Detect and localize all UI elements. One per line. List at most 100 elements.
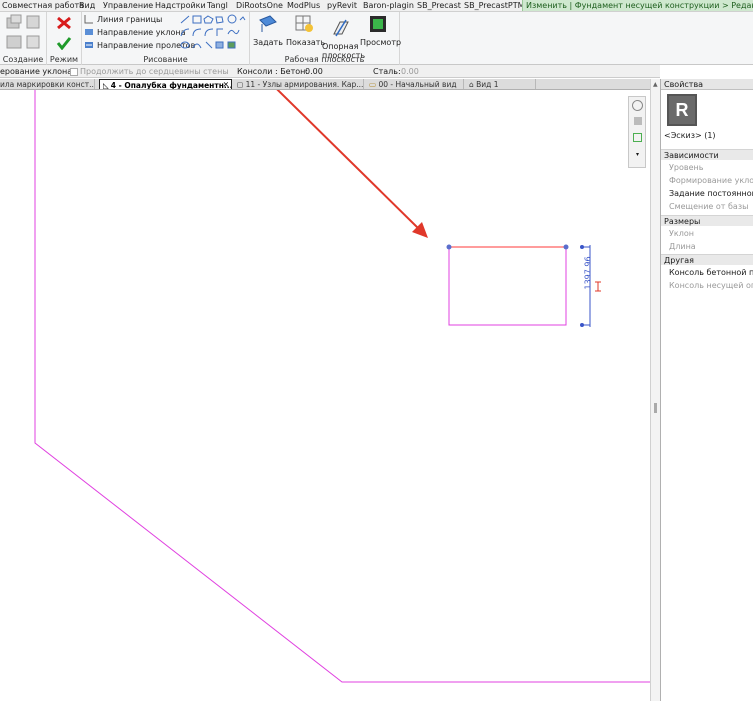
tab-view-active[interactable]: ◺ 4 - Опалубка фундаментн... ✕ bbox=[99, 79, 232, 90]
tab-view-4[interactable]: ▭ 00 - Начальный вид bbox=[366, 79, 464, 89]
view-tabs: ила маркировки конст... ◺ 4 - Опалубка фу… bbox=[0, 79, 660, 90]
create-tools-icon[interactable] bbox=[3, 14, 43, 52]
slope-option-label: ерование уклона bbox=[0, 67, 73, 76]
group-constraints[interactable]: Зависимости bbox=[661, 149, 753, 160]
context-tab-modify[interactable]: Изменить | Фундамент несущей конструкции… bbox=[522, 0, 753, 11]
dimension-label[interactable]: 1397.96 bbox=[584, 256, 593, 289]
fillet-arc-icon bbox=[216, 28, 223, 36]
ref-plane-icon bbox=[333, 19, 349, 37]
slope-arrow-button[interactable]: Направление уклона bbox=[84, 27, 185, 37]
set-workplane-icon bbox=[259, 15, 277, 32]
chevron-down-icon[interactable]: ▾ bbox=[636, 151, 639, 158]
panel-mode: Режим bbox=[47, 12, 82, 65]
show-workplane-icon bbox=[295, 15, 313, 32]
scroll-thumb[interactable] bbox=[654, 403, 657, 413]
dropdown-tool-icon bbox=[239, 16, 246, 21]
show-workplane-button[interactable]: Показать bbox=[286, 14, 325, 47]
menu-dirootsone[interactable]: DiRootsOne bbox=[236, 1, 283, 10]
menu-collaborate[interactable]: Совместная работа bbox=[2, 1, 84, 10]
pick-supports-icon bbox=[227, 41, 236, 49]
panel-create: Создание bbox=[0, 12, 47, 65]
draw-tools-grid[interactable] bbox=[179, 14, 247, 52]
pick-lines-icon bbox=[205, 41, 213, 49]
scroll-up-icon[interactable]: ▲ bbox=[653, 81, 658, 88]
finish-edit-icon[interactable] bbox=[56, 36, 72, 50]
console-concrete-value[interactable]: 0.00 bbox=[305, 67, 323, 76]
arc-start-end-icon bbox=[180, 28, 190, 37]
prop-slope: Уклон bbox=[669, 229, 694, 238]
menu-bar: Совместная работа Вид Управление Надстро… bbox=[0, 0, 753, 12]
viewer-icon bbox=[370, 16, 386, 32]
menu-sb-precastptm[interactable]: SB_PrecastPTM bbox=[464, 1, 525, 10]
polygon-tool-icon bbox=[203, 15, 214, 24]
tab-view-3[interactable]: ◻ 11 - Узлы армирования. Кар... bbox=[234, 79, 364, 89]
viewer-button[interactable]: Просмотр bbox=[360, 14, 401, 47]
panel-draw-title: Рисование bbox=[143, 55, 188, 64]
line-tool-icon bbox=[180, 15, 190, 24]
console-concrete-label: Консоли : Бетон: bbox=[237, 67, 309, 76]
annotation-arrow bbox=[276, 90, 428, 238]
constraint-marker[interactable] bbox=[595, 281, 601, 292]
tab-view-5[interactable]: ⌂ Вид 1 bbox=[466, 79, 536, 89]
pick-walls-icon bbox=[215, 41, 224, 49]
boundary-line-button[interactable]: Линия границы bbox=[84, 14, 162, 24]
arc-center-icon bbox=[192, 28, 202, 37]
panel-draw: Линия границы Направление уклона Направл… bbox=[82, 12, 250, 65]
ref-plane-button[interactable]: Опорная плоскость bbox=[322, 18, 365, 60]
prop-length: Длина bbox=[669, 242, 696, 251]
tab-view-1[interactable]: ила маркировки конст... bbox=[0, 79, 95, 89]
properties-title: Свойства bbox=[661, 79, 753, 90]
sketch-rectangle[interactable] bbox=[448, 246, 567, 326]
partial-ellipse-icon bbox=[192, 43, 202, 49]
panel-workplane-title: Рабочая плоскость bbox=[284, 55, 365, 64]
group-dimensions[interactable]: Размеры bbox=[661, 215, 753, 226]
circle-tool-icon bbox=[227, 14, 237, 24]
menu-sb-precast[interactable]: SB_Precast bbox=[417, 1, 461, 10]
drawing-canvas[interactable]: 1397.96 ▾ bbox=[0, 90, 650, 701]
steering-wheel-icon[interactable] bbox=[632, 100, 643, 111]
menu-baron[interactable]: Baron-plagin bbox=[363, 1, 414, 10]
prop-base-offset: Смещение от базы bbox=[669, 202, 749, 211]
arc-tangent-icon bbox=[204, 28, 214, 37]
prop-level: Уровень bbox=[669, 163, 704, 172]
prop-slope-forming: Формирование уклона bbox=[669, 176, 753, 185]
revit-logo-letter: R bbox=[676, 100, 689, 120]
panel-create-title: Создание bbox=[2, 55, 44, 64]
grip-left[interactable] bbox=[446, 244, 452, 250]
zoom-icon[interactable] bbox=[633, 133, 642, 142]
span-direction-icon bbox=[85, 42, 93, 48]
slope-arrow-icon bbox=[85, 29, 93, 35]
ellipse-tool-icon bbox=[180, 41, 190, 49]
menu-view[interactable]: Вид bbox=[79, 1, 95, 10]
grip-right[interactable] bbox=[563, 244, 569, 250]
panel-workplane: Задать Показать Опорная плоскость Просмо… bbox=[250, 12, 401, 65]
menu-tangl[interactable]: Tangl bbox=[207, 1, 228, 10]
extend-core-checkbox[interactable]: Продолжить до сердцевины стены bbox=[70, 67, 229, 76]
revit-type-icon: R bbox=[667, 94, 697, 126]
rectangle-tool-icon bbox=[192, 15, 202, 24]
navigation-bar: ▾ bbox=[628, 96, 646, 168]
panel-mode-title: Режим bbox=[49, 55, 79, 64]
selection-filter[interactable]: <Эскиз> (1) bbox=[664, 131, 716, 140]
menu-modplus[interactable]: ModPlus bbox=[287, 1, 320, 10]
view-icon: ◻ bbox=[237, 80, 246, 89]
sketch-svg bbox=[34, 90, 650, 683]
boundary-line-icon bbox=[84, 15, 93, 24]
pan-icon[interactable] bbox=[634, 117, 642, 125]
set-workplane-button[interactable]: Задать bbox=[250, 14, 286, 47]
view-icon: ◺ bbox=[103, 81, 109, 90]
checkbox-box[interactable] bbox=[70, 67, 78, 76]
vertical-scrollbar[interactable]: ▲ bbox=[650, 79, 660, 701]
slab-outline bbox=[34, 90, 650, 683]
close-tab-icon[interactable]: ✕ bbox=[223, 80, 229, 89]
ribbon: Создание Режим Линия границы Направление… bbox=[0, 12, 753, 65]
properties-panel: Свойства R <Эскиз> (1) Зависимости Урове… bbox=[660, 79, 753, 701]
prop-concrete-console: Консоль бетонной пл bbox=[669, 268, 753, 277]
menu-addins[interactable]: Надстройки bbox=[155, 1, 206, 10]
menu-pyrevit[interactable]: pyRevit bbox=[327, 1, 357, 10]
group-other[interactable]: Другая bbox=[661, 254, 753, 265]
cancel-edit-icon[interactable] bbox=[56, 16, 72, 30]
polygon-circ-tool-icon bbox=[215, 16, 224, 24]
steel-value[interactable]: 0.00 bbox=[401, 67, 419, 76]
menu-manage[interactable]: Управление bbox=[103, 1, 153, 10]
